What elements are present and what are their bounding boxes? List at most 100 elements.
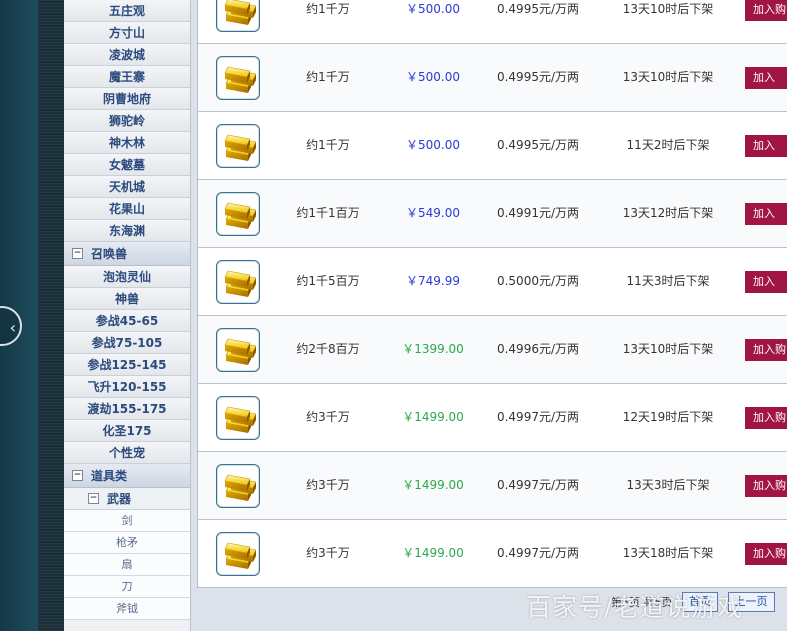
listing-price: ￥549.00 — [406, 206, 460, 220]
sidebar-subheader-label: 武器 — [107, 492, 132, 506]
sidebar-group-weapon: 剑枪矛扇刀斧钺 — [64, 510, 190, 620]
sidebar-item[interactable]: 参战75-105 — [64, 332, 190, 354]
sidebar-item[interactable]: 渡劫155-175 — [64, 398, 190, 420]
table-row: 约1千万 ￥500.00 0.4995元/万两 13天10时后下架 加入购 — [198, 0, 787, 44]
sidebar-group-sects: 五庄观 方寸山 凌波城 魔王寨 阴曹地府 狮驼岭 神木林 女魃墓 天机城 花果山 东海渊 — [64, 0, 190, 242]
sidebar-header-summon[interactable]: − 召唤兽 — [64, 242, 190, 266]
listing-amount: 约1千5百万 — [296, 274, 360, 288]
gold-bar-icon[interactable] — [216, 532, 260, 576]
listing-unit-price: 0.4995元/万两 — [496, 70, 580, 84]
listing-amount: 约1千1百万 — [296, 206, 360, 220]
sidebar-item[interactable]: 方寸山 — [64, 22, 190, 44]
sidebar-item-weapon[interactable]: 枪矛 — [64, 532, 190, 554]
listing-amount: 约1千万 — [306, 138, 350, 152]
listing-price: ￥500.00 — [406, 2, 460, 16]
sidebar-item[interactable]: 东海渊 — [64, 220, 190, 242]
listing-time-left: 13天18时后下架 — [622, 546, 714, 560]
listing-price: ￥749.99 — [406, 274, 460, 288]
gold-bar-icon[interactable] — [216, 192, 260, 236]
sidebar-item-weapon[interactable]: 扇 — [64, 554, 190, 576]
add-to-cart-button[interactable]: 加入购 — [745, 543, 787, 565]
sidebar-item[interactable]: 阴曹地府 — [64, 88, 190, 110]
listing-amount: 约3千万 — [306, 546, 350, 560]
sidebar-item[interactable]: 女魃墓 — [64, 154, 190, 176]
gold-bar-icon[interactable] — [216, 464, 260, 508]
listing-time-left: 12天19时后下架 — [622, 410, 714, 424]
add-to-cart-button[interactable]: 加入 — [745, 67, 787, 89]
gold-bar-icon[interactable] — [216, 396, 260, 440]
sidebar-item[interactable]: 花果山 — [64, 198, 190, 220]
listing-time-left: 13天10时后下架 — [622, 2, 714, 16]
table-row: 约1千1百万 ￥549.00 0.4991元/万两 13天12时后下架 加入 — [198, 180, 787, 248]
collapse-toggle-icon[interactable]: − — [88, 493, 99, 504]
listing-amount: 约2千8百万 — [296, 342, 360, 356]
listing-amount: 约3千万 — [306, 410, 350, 424]
listing-price: ￥500.00 — [406, 70, 460, 84]
table-row: 约1千万 ￥500.00 0.4995元/万两 13天10时后下架 加入 — [198, 44, 787, 112]
listing-unit-price: 0.5000元/万两 — [496, 274, 580, 288]
listing-time-left: 13天10时后下架 — [622, 70, 714, 84]
listing-price: ￥1499.00 — [402, 478, 464, 492]
listing-unit-price: 0.4996元/万两 — [496, 342, 580, 356]
listing-unit-price: 0.4991元/万两 — [496, 206, 580, 220]
listing-amount: 约3千万 — [306, 478, 350, 492]
sidebar-item[interactable]: 五庄观 — [64, 0, 190, 22]
sidebar-item-weapon[interactable]: 剑 — [64, 510, 190, 532]
listing-unit-price: 0.4997元/万两 — [496, 546, 580, 560]
table-row: 约3千万 ￥1499.00 0.4997元/万两 13天3时后下架 加入购 — [198, 452, 787, 520]
sidebar-item[interactable]: 魔王寨 — [64, 66, 190, 88]
sidebar-item[interactable]: 参战125-145 — [64, 354, 190, 376]
sidebar-item[interactable]: 天机城 — [64, 176, 190, 198]
listing-price: ￥1499.00 — [402, 546, 464, 560]
sidebar-header-props[interactable]: − 道具类 — [64, 464, 190, 488]
sidebar-item[interactable]: 狮驼岭 — [64, 110, 190, 132]
gold-bar-icon[interactable] — [216, 260, 260, 304]
listing-price: ￥500.00 — [406, 138, 460, 152]
sidebar-item[interactable]: 化圣175 — [64, 420, 190, 442]
gold-bar-icon[interactable] — [216, 56, 260, 100]
listing-time-left: 11天2时后下架 — [626, 138, 710, 152]
listing-list: 约1千万 ￥500.00 0.4995元/万两 13天10时后下架 加入购 约1千万 ￥50… — [197, 0, 787, 588]
listing-time-left: 13天3时后下架 — [626, 478, 710, 492]
add-to-cart-button[interactable]: 加入购 — [745, 407, 787, 429]
left-pattern-strip — [38, 0, 64, 631]
add-to-cart-button[interactable]: 加入 — [745, 271, 787, 293]
add-to-cart-button[interactable]: 加入 — [745, 203, 787, 225]
main-content: 约1千万 ￥500.00 0.4995元/万两 13天10时后下架 加入购 约1千万 ￥50… — [191, 0, 787, 631]
sidebar-item[interactable]: 凌波城 — [64, 44, 190, 66]
sidebar-header-label: 召唤兽 — [91, 247, 128, 261]
sidebar-header-label: 道具类 — [91, 469, 128, 483]
collapse-toggle-icon[interactable]: − — [72, 470, 83, 481]
sidebar-item-weapon[interactable]: 斧钺 — [64, 598, 190, 620]
add-to-cart-button[interactable]: 加入 — [745, 135, 787, 157]
sidebar-item[interactable]: 参战45-65 — [64, 310, 190, 332]
table-row: 约1千万 ￥500.00 0.4995元/万两 11天2时后下架 加入 — [198, 112, 787, 180]
watermark: 百家号/老道说游戏 — [526, 593, 744, 622]
gold-bar-icon[interactable] — [216, 124, 260, 168]
table-row: 约3千万 ￥1499.00 0.4997元/万两 12天19时后下架 加入购 — [198, 384, 787, 452]
sidebar-item[interactable]: 神兽 — [64, 288, 190, 310]
listing-amount: 约1千万 — [306, 2, 350, 16]
listing-time-left: 11天3时后下架 — [626, 274, 710, 288]
sidebar-subheader-weapon[interactable]: − 武器 — [64, 488, 190, 510]
table-row: 约1千5百万 ￥749.99 0.5000元/万两 11天3时后下架 加入 — [198, 248, 787, 316]
listing-unit-price: 0.4997元/万两 — [496, 410, 580, 424]
listing-time-left: 13天12时后下架 — [622, 206, 714, 220]
listing-price: ￥1399.00 — [402, 342, 464, 356]
gold-bar-icon[interactable] — [216, 328, 260, 372]
listing-unit-price: 0.4995元/万两 — [496, 2, 580, 16]
add-to-cart-button[interactable]: 加入购 — [745, 475, 787, 497]
table-row: 约2千8百万 ￥1399.00 0.4996元/万两 13天10时后下架 加入购 — [198, 316, 787, 384]
sidebar-item[interactable]: 泡泡灵仙 — [64, 266, 190, 288]
gold-bar-icon[interactable] — [216, 0, 260, 32]
sidebar-item[interactable]: 飞升120-155 — [64, 376, 190, 398]
sidebar-item[interactable]: 个性宠 — [64, 442, 190, 464]
sidebar-group-summon: 泡泡灵仙 神兽 参战45-65 参战75-105 参战125-145 飞升120-155 渡… — [64, 266, 190, 464]
add-to-cart-button[interactable]: 加入购 — [745, 339, 787, 361]
listing-unit-price: 0.4995元/万两 — [496, 138, 580, 152]
listing-amount: 约1千万 — [306, 70, 350, 84]
sidebar-item[interactable]: 神木林 — [64, 132, 190, 154]
collapse-toggle-icon[interactable]: − — [72, 248, 83, 259]
sidebar-item-weapon[interactable]: 刀 — [64, 576, 190, 598]
add-to-cart-button[interactable]: 加入购 — [745, 0, 787, 21]
